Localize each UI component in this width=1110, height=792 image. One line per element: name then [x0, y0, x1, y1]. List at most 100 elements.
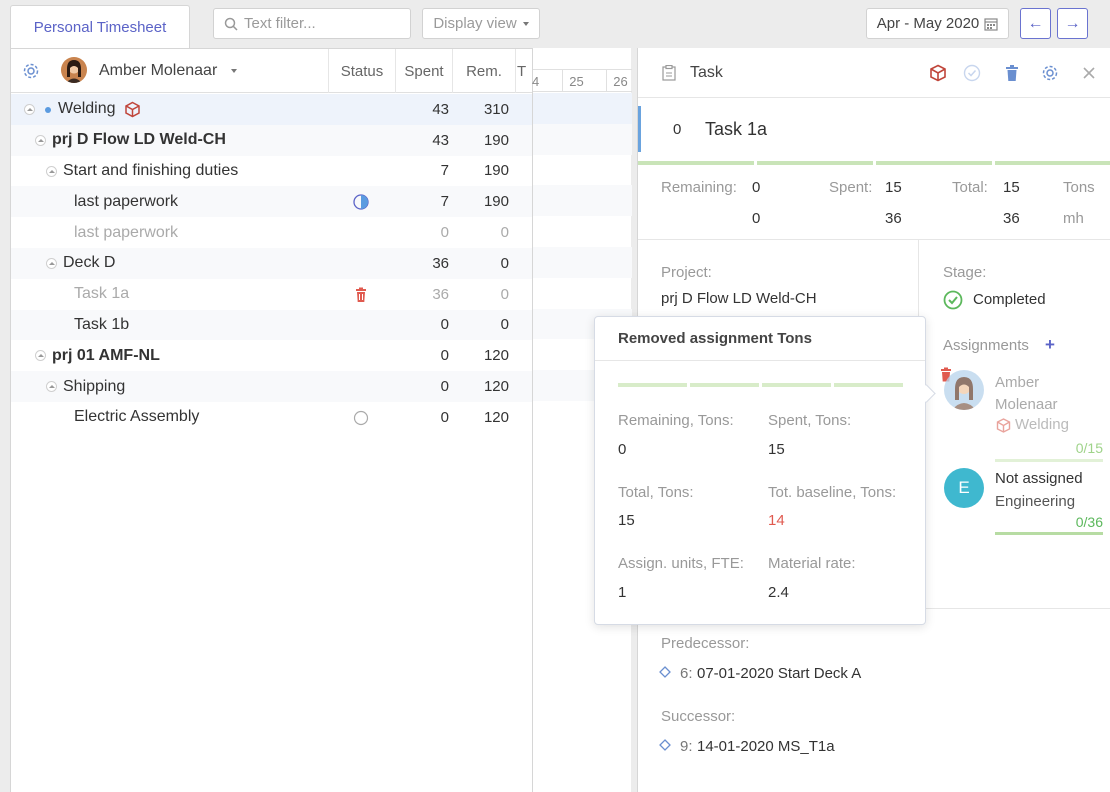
col-divider — [515, 49, 516, 93]
display-view-dropdown[interactable]: Display view — [422, 8, 540, 39]
col-header-spent[interactable]: Spent — [396, 49, 452, 93]
check-circle-icon — [943, 290, 963, 310]
diamond-icon — [659, 739, 671, 751]
table-row[interactable]: Start and finishing duties 7 190 — [11, 156, 533, 187]
cube-icon — [125, 101, 140, 118]
project-value[interactable]: prj D Flow LD Weld-CH — [661, 290, 817, 307]
row-rem: 310 — [483, 100, 509, 118]
table-row[interactable]: Welding 43 310 — [11, 94, 533, 125]
task-title-bar: 0 Task 1a — [638, 106, 1110, 152]
panel-title: Task — [690, 64, 723, 81]
table-row[interactable]: prj D Flow LD Weld-CH 43 190 — [11, 124, 533, 156]
successor-id: 9: — [680, 738, 693, 755]
assignee-avatar-initial: E — [944, 468, 984, 508]
collapse-toggle[interactable] — [35, 134, 46, 146]
table-row[interactable]: Deck D 36 0 — [11, 247, 533, 279]
row-label: Shipping — [63, 377, 126, 395]
tooltip-units-label: Assign. units, FTE: — [618, 555, 744, 572]
table-header: Amber Molenaar Status Spent Rem. T — [11, 49, 533, 93]
table-row[interactable]: Task 1b 0 0 — [11, 309, 533, 341]
next-period-button[interactable]: → — [1057, 8, 1088, 39]
user-name[interactable]: Amber Molenaar — [99, 49, 238, 93]
date-range-picker[interactable]: Apr - May 2020 — [866, 8, 1009, 39]
row-label: Deck D — [63, 254, 116, 272]
add-assignment-button[interactable]: + — [1045, 335, 1055, 355]
row-label: Task 1a — [74, 285, 130, 303]
row-spent: 0 — [440, 224, 449, 242]
col-header-rem[interactable]: Rem. — [453, 49, 515, 93]
collapse-toggle[interactable] — [46, 257, 57, 269]
row-spent: 43 — [432, 131, 449, 149]
row-spent: 36 — [432, 254, 449, 272]
stage-value[interactable]: Completed — [973, 291, 1046, 308]
predecessor-id: 6: — [680, 665, 693, 682]
tooltip-remaining-label: Remaining, Tons: — [618, 412, 734, 429]
row-spent: 0 — [440, 408, 449, 426]
assignee-progress: 0/36 — [1075, 514, 1103, 530]
date-range-label: Apr - May 2020 — [876, 15, 980, 32]
search-icon — [224, 17, 238, 31]
task-name[interactable]: Task 1a — [705, 106, 767, 152]
table-row[interactable]: last paperwork 0 0 — [11, 217, 533, 248]
gantt-row — [533, 247, 632, 278]
text-filter[interactable]: Text filter... — [213, 8, 411, 39]
table-row[interactable]: prj 01 AMF-NL 0 120 — [11, 340, 533, 371]
assignee-name[interactable]: Not assigned — [995, 470, 1083, 487]
assignee-name[interactable]: Amber Molenaar — [995, 372, 1085, 416]
assignee-group: Welding — [1015, 416, 1069, 433]
tooltip-remaining-value: 0 — [618, 441, 627, 458]
row-label: Welding — [58, 100, 116, 118]
row-spent: 0 — [440, 347, 449, 365]
user-avatar — [61, 57, 87, 83]
tooltip-units-value: 1 — [618, 584, 627, 601]
collapse-toggle[interactable] — [35, 350, 46, 362]
prev-period-button[interactable]: ← — [1020, 8, 1051, 39]
row-rem: 0 — [500, 254, 509, 272]
row-label: prj 01 AMF-NL — [52, 346, 160, 364]
trash-icon[interactable] — [1003, 64, 1021, 82]
successor-label: Successor: — [661, 708, 736, 725]
row-rem: 0 — [500, 224, 509, 242]
caret-down-icon — [231, 69, 238, 73]
remaining-mh: 0 — [752, 210, 761, 227]
clipboard-icon — [662, 65, 676, 81]
row-spent: 36 — [432, 285, 449, 303]
unit-mh: mh — [1063, 210, 1084, 227]
assignee-avatar — [944, 370, 984, 410]
tooltip-rate-label: Material rate: — [768, 555, 856, 572]
assignee-progress: 0/15 — [1075, 440, 1103, 456]
row-rem: 120 — [483, 347, 509, 365]
tooltip-total-value: 15 — [618, 512, 635, 529]
collapse-toggle[interactable] — [46, 381, 57, 393]
row-spent: 0 — [440, 316, 449, 334]
cube-icon[interactable] — [929, 64, 947, 82]
predecessor-value[interactable]: 07-01-2020 Start Deck A — [697, 665, 861, 682]
table-row[interactable]: Task 1a 36 0 — [11, 279, 533, 310]
table-row[interactable]: Shipping 0 120 — [11, 371, 533, 402]
row-rem: 0 — [500, 285, 509, 303]
tooltip-total-label: Total, Tons: — [618, 484, 694, 501]
arrow-left-icon: ← — [1027, 14, 1044, 32]
spent-label: Spent: — [829, 179, 873, 196]
row-rem: 120 — [483, 408, 509, 426]
timeline-tick: 4 — [532, 73, 540, 89]
dot-icon — [45, 107, 51, 113]
tab-personal-timesheet[interactable]: Personal Timesheet — [10, 5, 190, 48]
table-row[interactable]: Electric Assembly 0 120 — [11, 402, 533, 433]
successor-value[interactable]: 14-01-2020 MS_T1a — [697, 738, 835, 755]
row-spent: 43 — [432, 100, 449, 118]
collapse-toggle[interactable] — [24, 104, 35, 115]
row-spent: 7 — [440, 162, 449, 180]
gear-icon[interactable] — [22, 62, 40, 80]
close-icon[interactable] — [1080, 64, 1098, 82]
collapse-toggle[interactable] — [46, 165, 57, 177]
total-label: Total: — [952, 179, 988, 196]
col-header-t[interactable]: T — [517, 49, 533, 93]
table-row[interactable]: last paperwork 7 190 — [11, 186, 533, 218]
check-circle-icon[interactable] — [963, 64, 981, 82]
gear-icon[interactable] — [1041, 64, 1059, 82]
col-header-status[interactable]: Status — [329, 49, 395, 93]
row-label: last paperwork — [74, 223, 179, 241]
timeline-tick: 25 — [562, 70, 590, 92]
calendar-icon — [984, 17, 998, 31]
